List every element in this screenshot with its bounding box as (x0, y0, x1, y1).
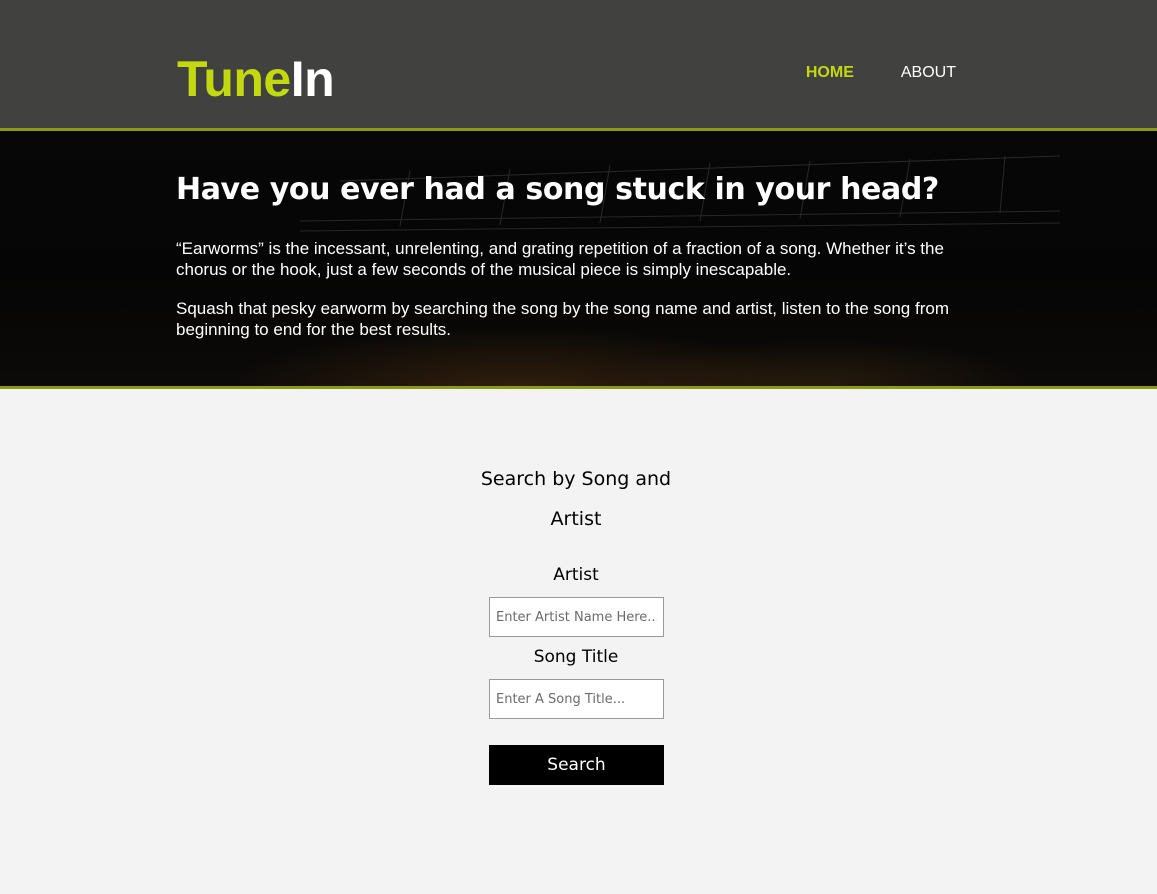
logo-part-tune: Tune (177, 51, 291, 107)
song-title-input[interactable] (489, 679, 664, 719)
search-section: Search by Song and Artist Artist Song Ti… (0, 389, 1157, 894)
hero-title: Have you ever had a song stuck in your h… (176, 172, 939, 207)
hero-banner: Have you ever had a song stuck in your h… (0, 131, 1157, 389)
site-header: TuneIn HOME ABOUT (0, 0, 1157, 131)
artist-input[interactable] (489, 597, 664, 637)
song-title-label: Song Title (533, 647, 619, 667)
hero-paragraph-earworms: “Earworms” is the incessant, unrelenting… (176, 239, 944, 279)
search-heading: Search by Song and Artist (480, 468, 672, 530)
main-nav: HOME ABOUT (806, 63, 956, 82)
hero-paragraph-squash: Squash that pesky earworm by searching t… (176, 299, 949, 339)
search-button[interactable]: Search (489, 745, 664, 785)
logo[interactable]: TuneIn (177, 50, 335, 108)
nav-about-link[interactable]: ABOUT (901, 63, 956, 82)
logo-part-in: In (290, 51, 335, 107)
nav-home-link[interactable]: HOME (806, 63, 854, 82)
artist-label: Artist (553, 565, 599, 585)
